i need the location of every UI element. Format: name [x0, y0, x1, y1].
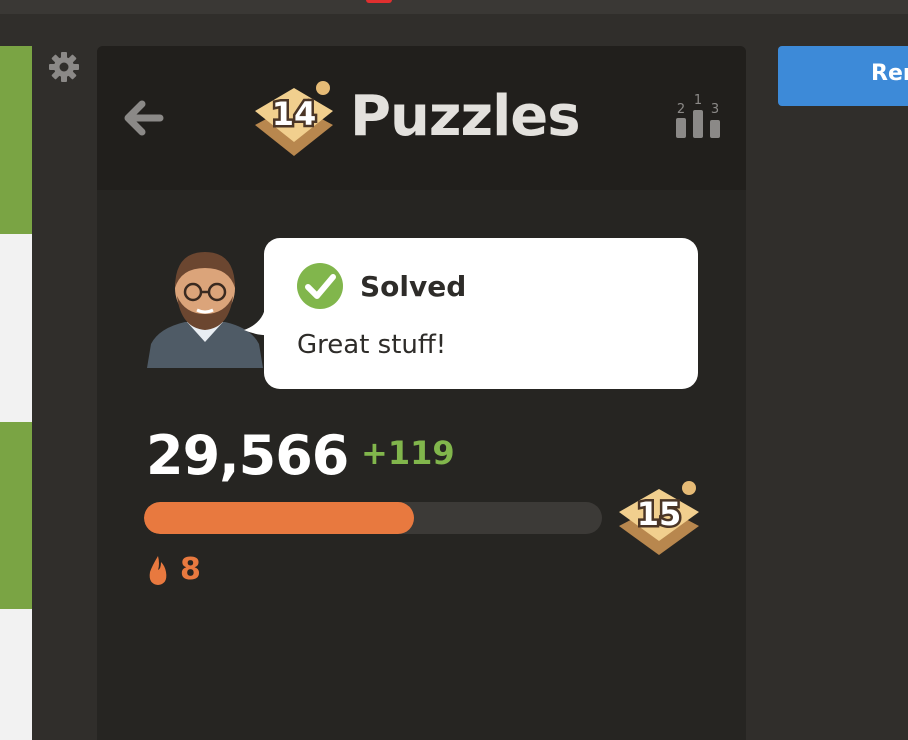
next-badge-number: 15	[637, 495, 682, 533]
flame-icon	[149, 556, 167, 585]
leaderboard-icon[interactable]: 2 1 3	[675, 92, 721, 140]
svg-text:2: 2	[677, 102, 685, 117]
page-title: Puzzles	[350, 84, 581, 149]
notification-marker	[366, 0, 392, 3]
back-arrow-icon[interactable]	[120, 97, 166, 139]
puzzle-badge-icon: 14	[255, 81, 333, 156]
action-button-label: Rem	[871, 61, 908, 86]
svg-text:1: 1	[694, 93, 702, 108]
badge-number: 14	[272, 95, 317, 133]
board-square	[0, 46, 32, 234]
feedback-bubble: Solved Great stuff!	[264, 238, 698, 389]
feedback-message: Great stuff!	[297, 330, 447, 360]
rating-progress-fill	[144, 502, 415, 534]
board-edge	[0, 46, 32, 740]
check-icon	[297, 263, 343, 309]
rating-score: 29,566	[146, 424, 349, 487]
streak-count: 8	[180, 552, 201, 587]
browser-top-bar	[0, 0, 908, 14]
action-button[interactable]: Rem	[778, 46, 908, 106]
rating-progress-bar	[144, 502, 602, 534]
rating-delta: +119	[361, 434, 455, 472]
gear-icon[interactable]	[47, 50, 81, 84]
board-square	[0, 422, 32, 609]
panel-header: 14 Puzzles 2 1 3	[97, 46, 746, 190]
status-label: Solved	[360, 270, 467, 303]
svg-text:3: 3	[711, 102, 719, 117]
next-badge-icon: 15	[619, 481, 699, 555]
puzzle-panel: 14 Puzzles 2 1 3 Solved Great stuff! 29,…	[97, 46, 746, 740]
